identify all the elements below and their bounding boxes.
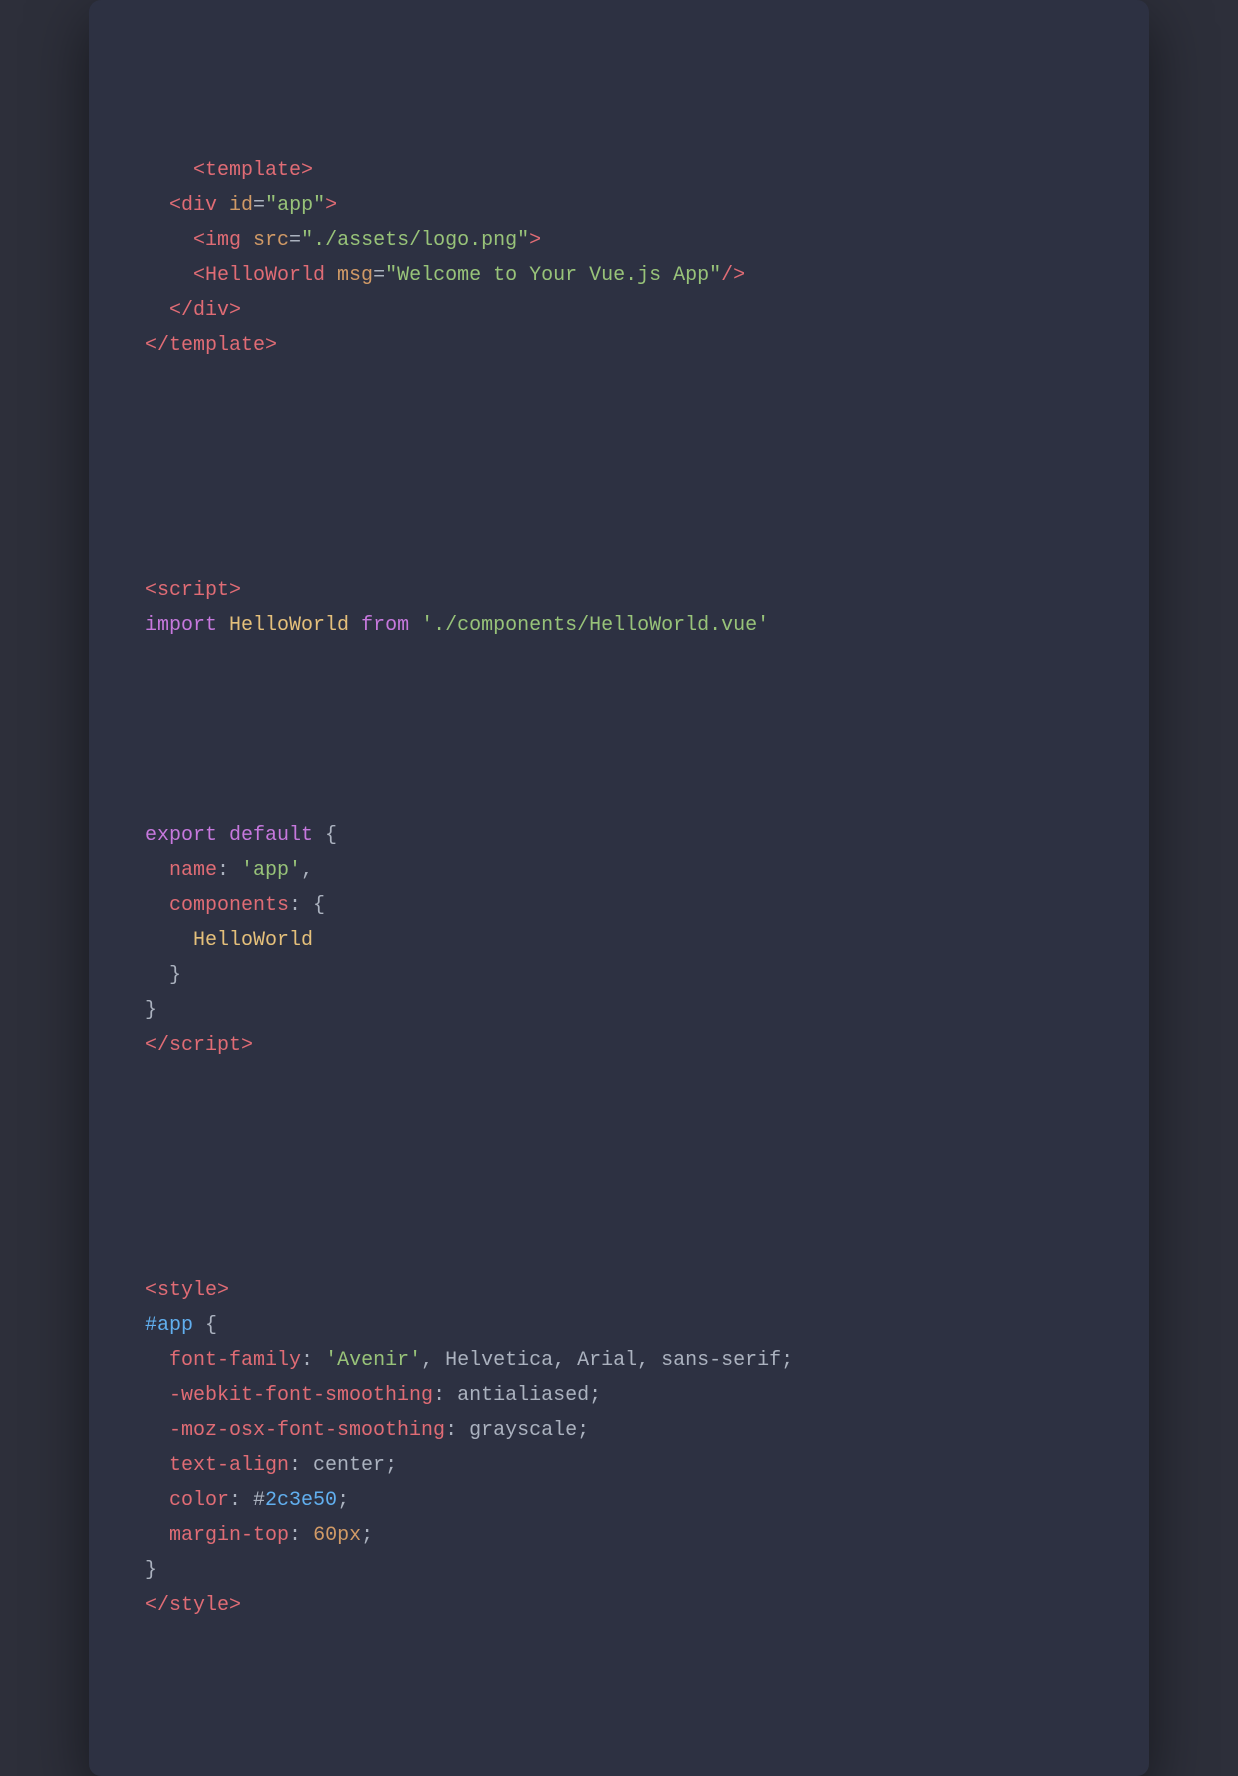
blank-line-2	[145, 713, 1093, 748]
line-style-open: <style>	[145, 1279, 229, 1302]
line-webkit: -webkit-font-smoothing: antialiased;	[145, 1384, 601, 1407]
line-template-close: </template>	[145, 334, 277, 357]
line-color: color: #2c3e50;	[145, 1489, 349, 1512]
line-export-close: }	[145, 999, 157, 1022]
line-app-selector: #app {	[145, 1314, 217, 1337]
line-img: <img src="./assets/logo.png">	[145, 229, 541, 252]
line-moz: -moz-osx-font-smoothing: grayscale;	[145, 1419, 589, 1442]
line-components-close: }	[145, 964, 181, 987]
line-text-align: text-align: center;	[145, 1454, 397, 1477]
line-script-close: </script>	[145, 1034, 253, 1057]
line-div-close: </div>	[145, 299, 241, 322]
line-helloworld-tag: <HelloWorld msg="Welcome to Your Vue.js …	[145, 264, 745, 287]
line-script-open: <script>	[145, 579, 241, 602]
line-export-default: export default {	[145, 824, 337, 847]
line-import: import HelloWorld from './components/Hel…	[145, 614, 769, 637]
line-helloworld-ident: HelloWorld	[145, 929, 313, 952]
line-name: name: 'app',	[145, 859, 313, 882]
line-components: components: {	[145, 894, 325, 917]
blank-line-1	[145, 433, 1093, 468]
line-style-close: </style>	[145, 1594, 241, 1617]
line-margin-top: margin-top: 60px;	[145, 1524, 373, 1547]
code-content: <template> <div id="app"> <img src="./as…	[145, 48, 1093, 1728]
line-div-open: <div id="app">	[145, 194, 337, 217]
blank-line-3	[145, 1133, 1093, 1168]
line-template-open: <template>	[193, 159, 313, 182]
line-font-family: font-family: 'Avenir', Helvetica, Arial,…	[145, 1349, 793, 1372]
code-window: <template> <div id="app"> <img src="./as…	[89, 0, 1149, 1776]
line-style-body-close: }	[145, 1559, 157, 1582]
